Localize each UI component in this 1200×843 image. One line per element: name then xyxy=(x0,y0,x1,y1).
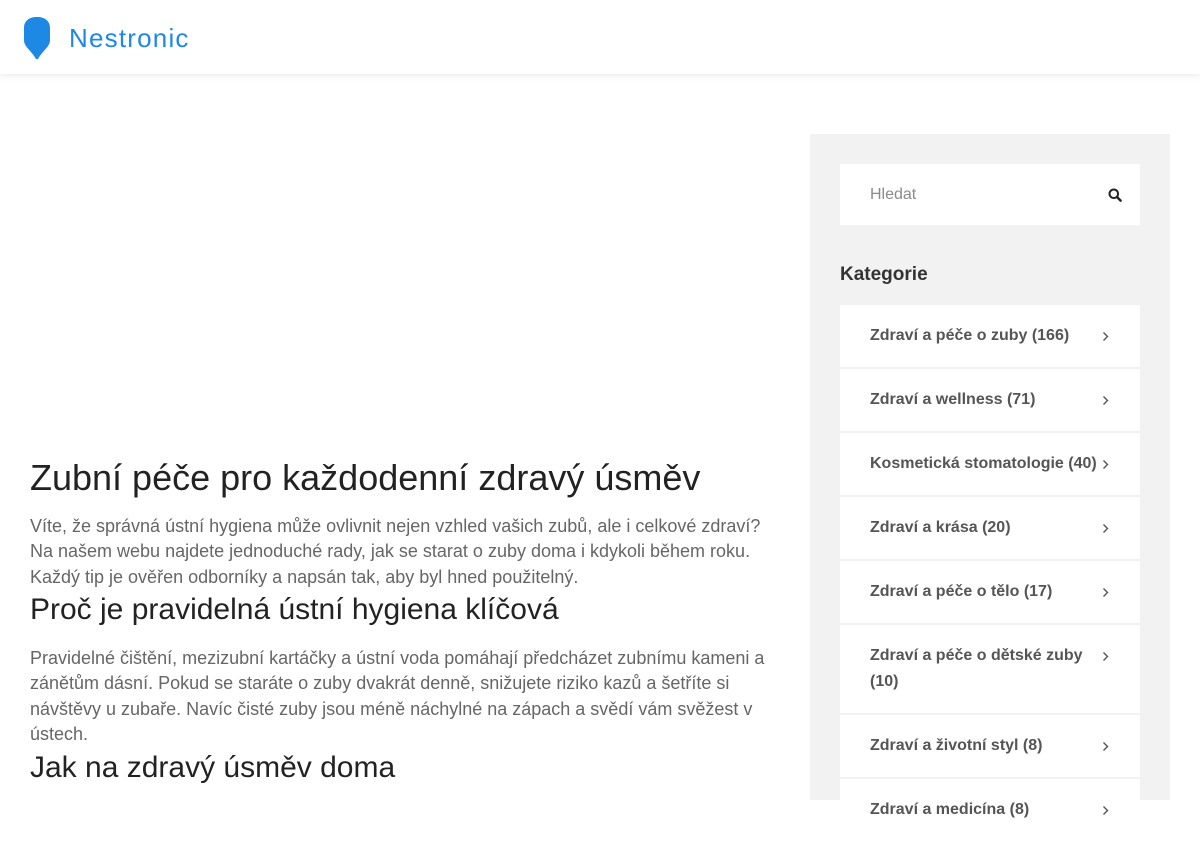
chevron-right-icon xyxy=(1102,733,1110,759)
category-item-zdravi-a-zivotni-styl[interactable]: Zdraví a životní styl (8) xyxy=(840,715,1140,777)
search-button[interactable] xyxy=(1090,164,1140,225)
category-item-zdravi-a-krasa[interactable]: Zdraví a krása (20) xyxy=(840,497,1140,559)
chevron-right-icon xyxy=(1102,387,1110,413)
sidebar: Kategorie Zdraví a péče o zuby (166) Zdr… xyxy=(810,134,1170,841)
page-title: Zubní péče pro každodenní zdravý úsměv xyxy=(30,457,701,498)
category-label: Zdraví a wellness (71) xyxy=(870,391,1036,408)
search-box xyxy=(840,164,1140,225)
search-icon xyxy=(1108,188,1122,202)
category-list: Zdraví a péče o zuby (166) Zdraví a well… xyxy=(840,305,1140,843)
category-label: Zdraví a péče o dětské zuby (10) xyxy=(870,647,1083,690)
logo-pin-icon xyxy=(24,17,50,59)
search-input[interactable] xyxy=(840,164,1090,225)
section-heading-hygiene: Proč je pravidelná ústní hygiena klíčová xyxy=(30,593,559,626)
categories-title: Kategorie xyxy=(840,264,928,285)
chevron-right-icon xyxy=(1102,797,1110,823)
chevron-right-icon xyxy=(1102,579,1110,605)
site-logo-link[interactable]: Nestronic xyxy=(22,16,190,60)
chevron-right-icon xyxy=(1102,515,1110,541)
section-paragraph-hygiene: Pravidelné čištění, mezizubní kartáčky a… xyxy=(30,648,765,745)
category-label: Zdraví a péče o zuby (166) xyxy=(870,327,1070,344)
category-item-zdravi-a-pece-o-telo[interactable]: Zdraví a péče o tělo (17) xyxy=(840,561,1140,623)
category-item-zdravi-a-medicina[interactable]: Zdraví a medicína (8) xyxy=(840,779,1140,841)
category-label: Zdraví a životní styl (8) xyxy=(870,737,1043,754)
category-label: Zdraví a krása (20) xyxy=(870,519,1011,536)
chevron-right-icon xyxy=(1102,451,1110,477)
category-item-zdravi-a-wellness[interactable]: Zdraví a wellness (71) xyxy=(840,369,1140,431)
category-item-kosmeticka-stomatologie[interactable]: Kosmetická stomatologie (40) xyxy=(840,433,1140,495)
section-heading-home-care: Jak na zdravý úsměv doma xyxy=(30,751,396,784)
chevron-right-icon xyxy=(1102,323,1110,349)
category-label: Kosmetická stomatologie (40) xyxy=(870,455,1097,472)
site-header: Nestronic xyxy=(0,0,1200,74)
intro-paragraph: Víte, že správná ústní hygiena může ovli… xyxy=(30,516,761,587)
category-label: Zdraví a péče o tělo (17) xyxy=(870,583,1053,600)
category-item-zdravi-a-pece-o-zuby[interactable]: Zdraví a péče o zuby (166) xyxy=(840,305,1140,367)
category-item-zdravi-a-pece-o-detske-zuby[interactable]: Zdraví a péče o dětské zuby (10) xyxy=(840,625,1140,713)
brand-name: Nestronic xyxy=(69,23,190,53)
chevron-right-icon xyxy=(1102,643,1110,669)
category-label: Zdraví a medicína (8) xyxy=(870,801,1030,818)
